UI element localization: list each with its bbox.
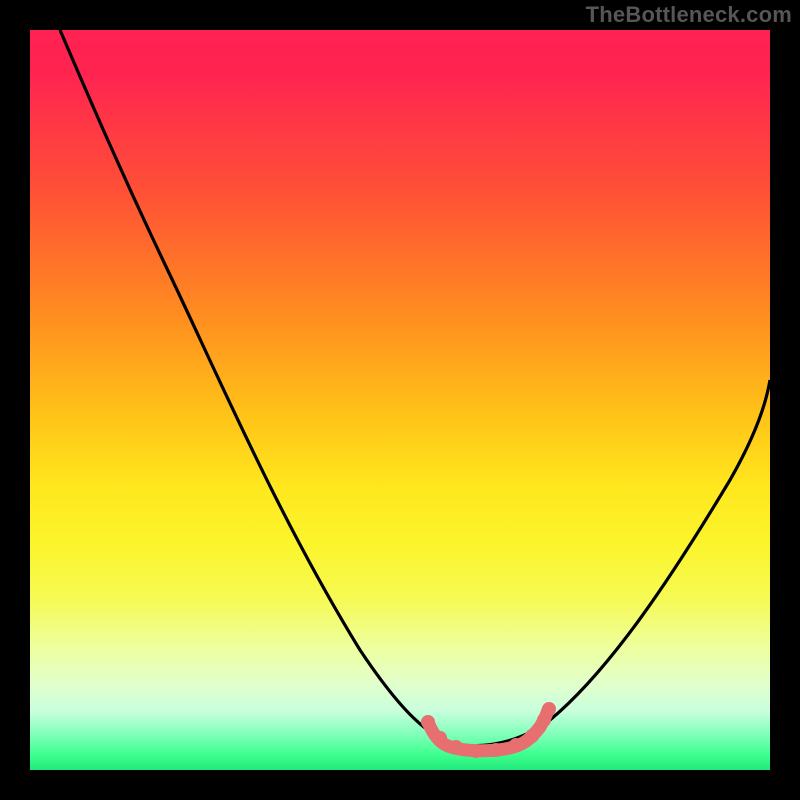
curve-layer: [30, 30, 770, 770]
bottleneck-curve: [60, 30, 770, 746]
attribution-label: TheBottleneck.com: [586, 2, 792, 28]
plot-area: [30, 30, 770, 770]
chart-frame: TheBottleneck.com: [0, 0, 800, 800]
